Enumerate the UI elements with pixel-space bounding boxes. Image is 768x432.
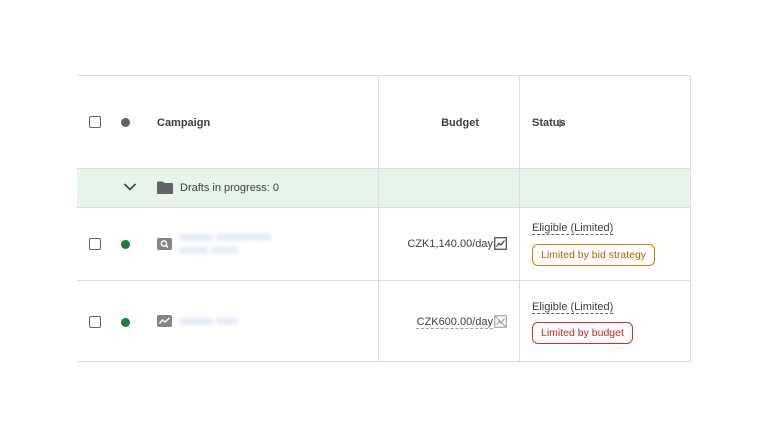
table-row: xxxxxx xxxx CZK600.00/day Eligible (Limi… [77, 281, 690, 362]
header-budget-cell: Budget [379, 76, 520, 168]
header-campaign[interactable]: Campaign [157, 117, 210, 129]
row-checkbox[interactable] [89, 238, 101, 250]
table-row: xxxxxx xxxxxxxxxx xxxxx xxxxx CZK1,140.0… [77, 208, 690, 281]
campaigns-table: Campaign Budget Status Drafts in progres… [77, 75, 691, 362]
campaign-name-line2[interactable]: xxxxx xxxxx [180, 245, 238, 256]
performance-campaign-icon [157, 315, 172, 327]
status-filter-dot-icon[interactable] [121, 118, 130, 127]
budget-value[interactable]: CZK1,140.00/day [407, 238, 493, 250]
row-checkbox[interactable] [89, 316, 101, 328]
budget-chart-disabled-icon[interactable] [494, 315, 507, 328]
enabled-status-dot-icon[interactable] [121, 240, 130, 249]
table-header: Campaign Budget Status [77, 76, 690, 169]
status-text[interactable]: Eligible (Limited) [532, 222, 613, 234]
chevron-down-icon[interactable] [123, 182, 137, 192]
limited-by-budget-badge[interactable]: Limited by budget [532, 322, 633, 344]
header-budget[interactable]: Budget [441, 117, 479, 129]
status-text[interactable]: Eligible (Limited) [532, 301, 613, 313]
status-cell: Eligible (Limited) Limited by bid strate… [520, 208, 690, 280]
search-campaign-icon [157, 238, 172, 250]
budget-cell: CZK600.00/day [379, 281, 520, 361]
budget-value[interactable]: CZK600.00/day [417, 316, 493, 328]
campaign-name[interactable]: xxxxxx xxxx [180, 316, 238, 327]
drafts-row: Drafts in progress: 0 [77, 169, 690, 208]
campaign-cell: xxxxxx xxxx [77, 281, 379, 361]
enabled-status-dot-icon[interactable] [121, 318, 130, 327]
budget-chart-icon[interactable] [494, 237, 507, 250]
header-status-cell: Status [520, 76, 690, 168]
sort-descending-icon[interactable] [555, 118, 565, 128]
header-campaign-cell: Campaign [77, 76, 379, 168]
drafts-cell: Drafts in progress: 0 [77, 169, 379, 207]
select-all-checkbox[interactable] [89, 116, 101, 128]
status-cell: Eligible (Limited) Limited by budget [520, 281, 690, 361]
folder-icon [157, 181, 173, 194]
limited-by-bid-strategy-badge[interactable]: Limited by bid strategy [532, 244, 656, 266]
drafts-label: Drafts in progress: 0 [180, 182, 280, 194]
budget-cell: CZK1,140.00/day [379, 208, 520, 280]
campaign-name-line1[interactable]: xxxxxx xxxxxxxxxx [180, 232, 271, 243]
campaign-cell: xxxxxx xxxxxxxxxx xxxxx xxxxx [77, 208, 379, 280]
